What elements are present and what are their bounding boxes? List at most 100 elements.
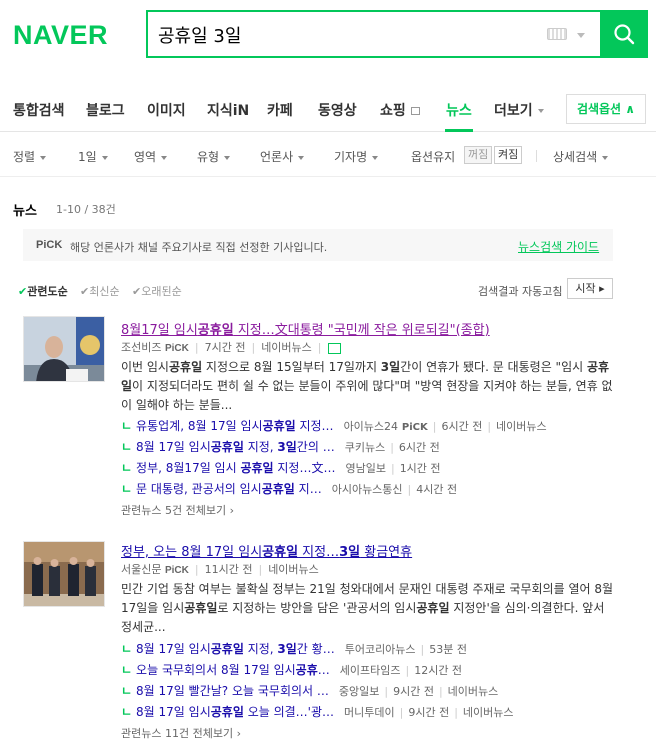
tab-video[interactable]: 동영상 [318,100,357,120]
search-options-button[interactable]: 검색옵션 ∧ [566,94,646,124]
related-highlight: 공휴일 [261,482,295,496]
sort-latest[interactable]: ✔최신순 [80,283,120,299]
related-press[interactable]: 세이프타임즈 [340,664,401,677]
related-news-item[interactable]: ㄴ 8월 17일 임시공휴일 지정, 3일간 황… 투어코리아뉴스 | 53분 전 [121,640,467,657]
related-press[interactable]: 아이뉴스24 [344,420,398,433]
related-text: 지… [294,482,322,496]
chevron-down-icon [298,155,305,160]
filter-bar: 정렬 1일 영역 유형 언론사 기자명 옵션유지 꺼짐 켜짐 상세검색 [0,133,656,177]
naver-news-link[interactable]: 네이버뉴스 [268,563,319,576]
related-text: 정부, 8월17일 임시 [136,461,241,475]
filter-reporter[interactable]: 기자명 [334,148,379,165]
press-name[interactable]: 조선비즈 [121,341,161,354]
related-bullet-icon: ㄴ [121,705,133,719]
filter-label: 상세검색 [553,150,598,164]
desc-text: 지정으로 8월 15일부터 17일까지 [202,360,381,374]
related-news-more-link[interactable]: 관련뉴스 5건 전체보기 › [121,502,234,518]
filter-type[interactable]: 유형 [197,148,231,165]
news-guide-link[interactable]: 뉴스검색 가이드 [518,238,599,255]
tab-integrated[interactable]: 통합검색 [13,100,65,120]
related-news-more-link[interactable]: 관련뉴스 11건 전체보기 › [121,725,241,741]
tab-more[interactable]: 더보기 [494,100,544,120]
related-news-item[interactable]: ㄴ문 대통령, 관공서의 임시공휴일 지… 아시아뉴스통신 | 4시간 전 [121,480,457,497]
filter-sort[interactable]: 정렬 [13,148,47,165]
news-thumbnail[interactable] [23,316,105,382]
related-text: 지정… [295,419,334,433]
news-title-link[interactable]: 8월17일 임시공휴일 지정…文대통령 "국민께 작은 위로되길"(종합) [121,319,490,338]
title-text: 8월17일 임시 [121,323,198,338]
keyboard-icon[interactable] [547,28,567,40]
related-title[interactable]: 오늘 국무회의서 8월 17일 임시공휴… [136,663,330,677]
sort-label: 최신순 [89,285,120,298]
desc-highlight: 공휴일 [168,360,203,374]
related-time: 4시간 전 [416,483,458,496]
desc-text: 로 지정하는 방안을 담은 '관공서의 임시 [217,601,417,615]
related-text: 지정…文… [273,461,336,475]
search-input[interactable] [158,22,538,48]
tab-cafe[interactable]: 카페 [267,100,293,120]
related-title[interactable]: 8월 17일 임시공휴일 오늘 의결…'광… [136,705,334,719]
pick-logo: PiCK [36,239,63,251]
news-title-link[interactable]: 정부, 오는 8월 17일 임시공휴일 지정…3일 황금연휴 [121,541,412,560]
sort-oldest[interactable]: ✔오래된순 [132,283,182,299]
title-highlight: 공휴일 [197,323,234,338]
filter-period[interactable]: 1일 [78,148,108,165]
filter-press[interactable]: 언론사 [260,148,305,165]
share-icon[interactable] [327,342,341,354]
external-link-icon [410,107,420,115]
chevron-down-icon[interactable] [577,33,585,38]
related-news-item[interactable]: ㄴ 유통업계, 8월 17일 임시공휴일 지정… 아이뉴스24 PiCK | 6시간 전… [121,417,547,434]
check-icon: ✔ [18,285,28,298]
naver-logo[interactable]: NAVER [13,20,108,51]
news-time: 11시간 전 [204,563,253,576]
related-news-item[interactable]: ㄴ 8월 17일 임시공휴일 지정, 3일간의 … 쿠키뉴스 | 6시간 전 [121,438,440,455]
naver-news-link[interactable]: 네이버뉴스 [496,420,547,433]
related-press[interactable]: 중앙일보 [339,685,379,698]
filter-area[interactable]: 영역 [134,148,168,165]
tab-image[interactable]: 이미지 [147,100,186,120]
related-text: 8월 17일 임시 [136,440,211,454]
desc-highlight: 공휴일 [184,601,218,615]
naver-news-link[interactable]: 네이버뉴스 [463,706,514,719]
press-name[interactable]: 서울신문 [121,563,161,576]
keep-options-off[interactable]: 꺼짐 [464,146,493,164]
more-label: 관련뉴스 5건 전체보기 [121,504,227,517]
desc-highlight: 3일 [380,360,401,374]
keep-options-on[interactable]: 켜짐 [494,146,523,164]
related-bullet-icon: ㄴ [121,440,133,454]
related-title[interactable]: 8월 17일 임시공휴일 지정, 3일간 황… [136,642,335,656]
related-press[interactable]: 쿠키뉴스 [345,441,385,454]
tab-shopping[interactable]: 쇼핑 [380,100,420,120]
sort-relevance[interactable]: ✔관련도순 [18,283,68,299]
naver-news-link[interactable]: 네이버뉴스 [261,341,312,354]
search-icon [614,24,635,45]
related-press[interactable]: 투어코리아뉴스 [345,643,416,656]
related-title[interactable]: 유통업계, 8월 17일 임시공휴일 지정… [136,419,334,433]
pick-badge: PiCK [164,343,189,354]
related-title[interactable]: 정부, 8월17일 임시 공휴일 지정…文… [136,461,335,475]
auto-refresh-start-button[interactable]: 시작 ▸ [567,278,613,299]
tab-kin[interactable]: 지식iN [207,100,249,120]
related-text: 유통업계, 8월 17일 임시 [136,419,263,433]
naver-news-link[interactable]: 네이버뉴스 [448,685,499,698]
related-news-item[interactable]: ㄴ 정부, 8월17일 임시 공휴일 지정…文… 영남일보 | 1시간 전 [121,459,441,476]
detail-search[interactable]: 상세검색 [553,148,609,165]
chevron-down-icon [372,155,379,160]
related-news-item[interactable]: ㄴ 오늘 국무회의서 8월 17일 임시공휴… 세이프타임즈 | 12시간 전 [121,661,462,678]
related-press[interactable]: 아시아뉴스통신 [332,483,403,496]
dot-icon: ✔ [132,285,142,298]
tab-news[interactable]: 뉴스 [446,100,472,120]
news-thumbnail[interactable] [23,541,105,607]
related-title[interactable]: 문 대통령, 관공서의 임시공휴일 지… [136,482,322,496]
related-press[interactable]: 영남일보 [345,462,385,475]
related-press[interactable]: 머니투데이 [344,706,395,719]
related-title[interactable]: 8월 17일 빨간날? 오늘 국무회의서 … [136,684,329,698]
search-button[interactable] [600,10,648,58]
tab-blog[interactable]: 블로그 [86,100,125,120]
chevron-right-icon: › [229,504,234,517]
related-bullet-icon: ㄴ [121,663,133,677]
related-title[interactable]: 8월 17일 임시공휴일 지정, 3일간의 … [136,440,335,454]
related-news-item[interactable]: ㄴ 8월 17일 빨간날? 오늘 국무회의서 … 중앙일보 | 9시간 전 | 네이버뉴스 [121,682,498,699]
related-news-item[interactable]: ㄴ 8월 17일 임시공휴일 오늘 의결…'광… 머니투데이 | 9시간 전 | 네이버뉴스 [121,703,514,720]
search-tabs: 통합검색 블로그 이미지 지식iN 카페 동영상 쇼핑 뉴스 더보기 검색옵션 … [0,88,656,132]
